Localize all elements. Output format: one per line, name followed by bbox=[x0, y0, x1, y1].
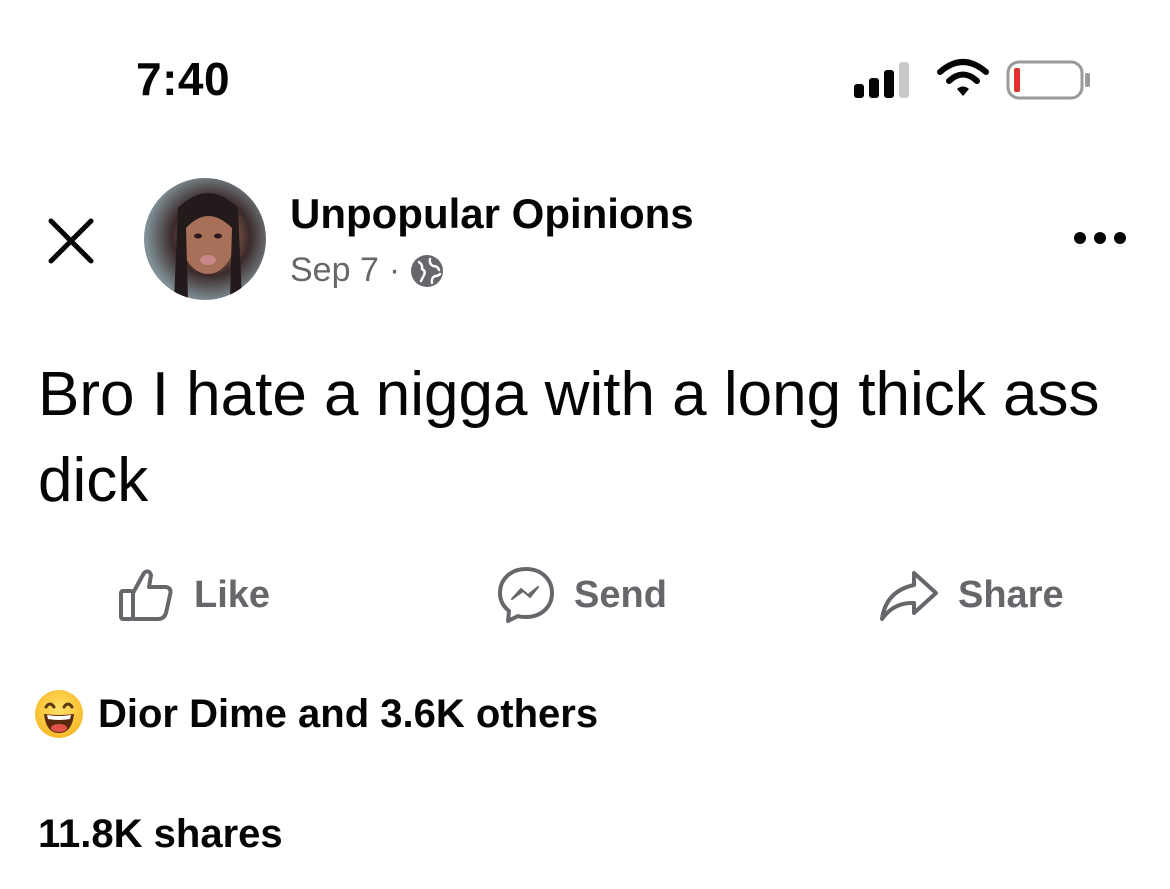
page-name[interactable]: Unpopular Opinions bbox=[290, 190, 694, 238]
like-label: Like bbox=[194, 573, 271, 616]
share-label: Share bbox=[958, 573, 1064, 616]
reactions-summary[interactable]: Dior Dime and 3.6K others bbox=[34, 686, 598, 742]
more-options-button[interactable] bbox=[1060, 218, 1140, 258]
reactions-text: Dior Dime and 3.6K others bbox=[98, 691, 599, 736]
post-detail-screen: 7:40 Unpopular Opinions Sep 7 · Bro I ha… bbox=[0, 0, 1170, 889]
close-button[interactable] bbox=[40, 210, 102, 272]
battery-icon bbox=[1006, 60, 1090, 100]
avatar[interactable] bbox=[144, 178, 266, 300]
post-text: Bro I hate a nigga with a long thick ass… bbox=[38, 360, 1100, 515]
post-actions: Like Send Share bbox=[0, 560, 1170, 630]
thumbs-up-icon bbox=[119, 569, 173, 621]
status-bar: 7:40 bbox=[0, 0, 1170, 130]
meta-separator: · bbox=[388, 250, 401, 289]
shares-count[interactable]: 11.8K shares bbox=[38, 812, 283, 857]
globe-icon bbox=[411, 255, 444, 287]
signal-icon bbox=[854, 62, 909, 98]
more-dot bbox=[1074, 232, 1086, 244]
messenger-icon bbox=[498, 567, 554, 623]
laughing-emoji-icon bbox=[35, 690, 83, 738]
status-time: 7:40 bbox=[136, 53, 231, 105]
share-button[interactable]: Share bbox=[878, 560, 1064, 630]
more-dot bbox=[1094, 232, 1106, 244]
more-dot bbox=[1114, 232, 1126, 244]
send-label: Send bbox=[574, 573, 667, 616]
share-arrow-icon bbox=[880, 571, 938, 621]
post-meta: Sep 7 · bbox=[290, 250, 444, 290]
close-icon bbox=[48, 218, 94, 264]
send-button[interactable]: Send bbox=[496, 560, 667, 630]
post-header: Unpopular Opinions Sep 7 · bbox=[0, 170, 1170, 310]
wifi-icon bbox=[937, 59, 989, 96]
post-date[interactable]: Sep 7 bbox=[290, 251, 379, 290]
like-button[interactable]: Like bbox=[116, 560, 270, 630]
avatar-image-icon bbox=[174, 193, 242, 300]
status-icons bbox=[852, 56, 1092, 102]
